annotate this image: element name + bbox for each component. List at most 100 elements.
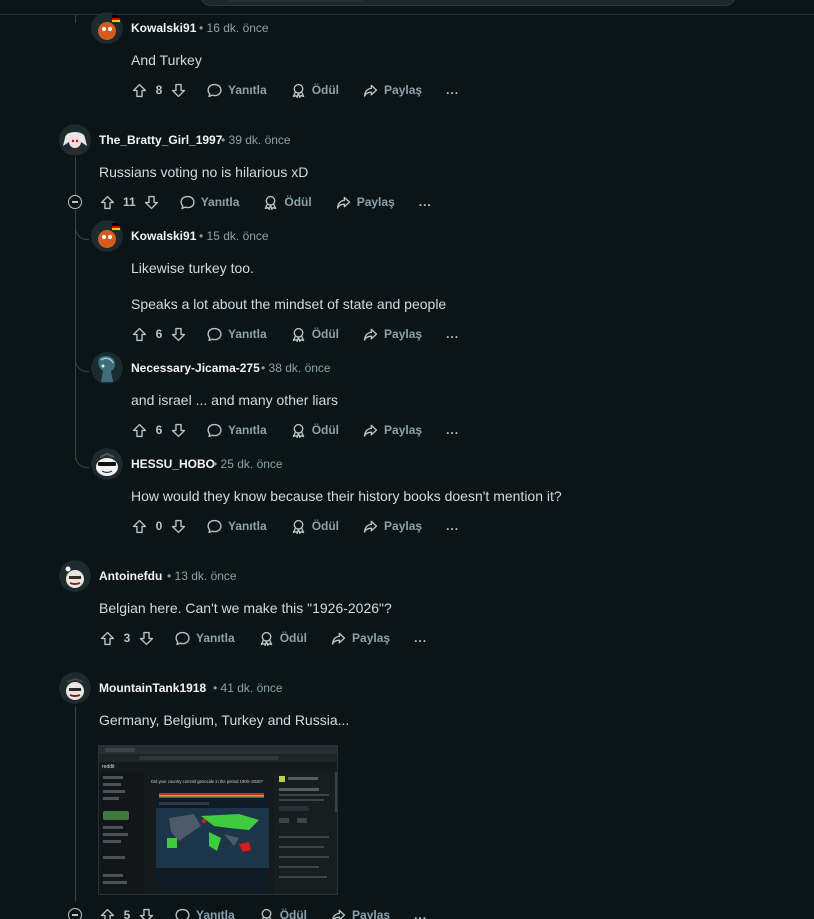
more-options-icon[interactable]: ...	[446, 423, 459, 437]
comment-author[interactable]: Necessary-Jicama-275	[131, 360, 260, 376]
award-button[interactable]: Ödül	[290, 515, 339, 537]
comment-time[interactable]: 38 dk. önce	[269, 361, 331, 375]
upvote-icon[interactable]	[99, 907, 116, 919]
comment-time[interactable]: 25 dk. önce	[221, 457, 283, 471]
award-label: Ödül	[311, 423, 340, 437]
award-icon	[292, 327, 304, 342]
upvote-icon[interactable]	[131, 518, 148, 535]
award-button[interactable]: Ödül	[290, 419, 339, 441]
more-options-icon[interactable]: ...	[419, 195, 432, 209]
more-options-icon[interactable]: ...	[414, 908, 427, 919]
share-icon	[363, 328, 378, 341]
thread-line-parent-0[interactable]	[75, 15, 76, 23]
thread-connector	[75, 358, 89, 372]
comment-author[interactable]: Kowalski91	[131, 228, 196, 244]
vote-count: 11	[123, 195, 136, 209]
thread-line-1[interactable]	[75, 157, 76, 195]
award-button[interactable]: Ödül	[258, 627, 307, 649]
separator: •	[199, 229, 204, 243]
share-label: Paylaş	[384, 327, 423, 341]
more-options-icon[interactable]: ...	[446, 327, 459, 341]
award-button[interactable]: Ödül	[290, 79, 339, 101]
downvote-icon[interactable]	[170, 518, 187, 535]
comment-image[interactable]: reddit Did your country commit genocide …	[98, 745, 338, 895]
share-button[interactable]: Paylaş	[335, 191, 395, 213]
thread-line-1-children[interactable]	[75, 210, 76, 460]
upvote-icon[interactable]	[131, 326, 148, 343]
comment-text: How would they know because their histor…	[131, 488, 562, 504]
thread-line-2[interactable]	[75, 706, 76, 902]
comment-actions: 11 Yanıtla Ödül Paylaş ...	[99, 191, 432, 213]
award-icon	[265, 195, 277, 210]
share-icon	[336, 196, 350, 209]
more-options-icon[interactable]: ...	[446, 519, 459, 533]
separator: •	[261, 361, 266, 375]
reply-button[interactable]: Yanıtla	[206, 323, 267, 345]
reply-button[interactable]: Yanıtla	[174, 627, 235, 649]
reply-button[interactable]: Yanıtla	[174, 904, 235, 919]
share-label: Paylaş	[384, 83, 423, 97]
downvote-icon[interactable]	[170, 326, 187, 343]
comment-actions: 6 Yanıtla Ödül Paylaş ...	[131, 419, 459, 441]
collapse-thread-icon[interactable]	[68, 195, 82, 209]
avatar[interactable]	[59, 672, 91, 704]
share-label: Paylaş	[352, 908, 391, 919]
more-options-icon[interactable]: ...	[414, 631, 427, 645]
share-button[interactable]: Paylaş	[362, 515, 422, 537]
vote-group: 8	[131, 79, 187, 101]
comment-author[interactable]: Kowalski91	[131, 20, 196, 36]
share-button[interactable]: Paylaş	[330, 627, 390, 649]
more-options-icon[interactable]: ...	[446, 83, 459, 97]
avatar[interactable]	[59, 560, 91, 592]
award-button[interactable]: Ödül	[262, 191, 312, 213]
award-button[interactable]: Ödül	[290, 323, 339, 345]
collapse-thread-icon[interactable]	[68, 908, 82, 919]
upvote-icon[interactable]	[131, 82, 148, 99]
award-icon	[292, 519, 304, 534]
separator: •	[221, 133, 226, 147]
award-icon	[292, 83, 304, 98]
reply-button[interactable]: Yanıtla	[206, 515, 267, 537]
avatar[interactable]	[91, 220, 123, 252]
upvote-icon[interactable]	[99, 630, 116, 647]
comment-author[interactable]: MountainTank1918	[99, 680, 206, 696]
avatar[interactable]	[59, 124, 91, 156]
downvote-icon[interactable]	[170, 422, 187, 439]
comment-meta: • 16 dk. önce	[199, 20, 269, 36]
downvote-icon[interactable]	[143, 194, 160, 211]
comment-time[interactable]: 15 dk. önce	[207, 229, 269, 243]
avatar[interactable]	[91, 12, 123, 44]
comment-time[interactable]: 39 dk. önce	[229, 133, 291, 147]
share-button[interactable]: Paylaş	[330, 904, 390, 919]
comment-actions: 3 Yanıtla Ödül Paylaş ...	[99, 627, 427, 649]
reply-label: Yanıtla	[196, 908, 235, 919]
reply-button[interactable]: Yanıtla	[206, 419, 267, 441]
award-button[interactable]: Ödül	[258, 904, 307, 919]
upvote-icon[interactable]	[99, 194, 116, 211]
share-button[interactable]: Paylaş	[362, 323, 422, 345]
vote-group: 11	[99, 191, 160, 213]
award-label: Ödül	[311, 83, 340, 97]
downvote-icon[interactable]	[170, 82, 187, 99]
share-button[interactable]: Paylaş	[362, 79, 422, 101]
comment-time[interactable]: 41 dk. önce	[221, 681, 283, 695]
reply-button[interactable]: Yanıtla	[179, 191, 239, 213]
screenshot-thumbnail: reddit Did your country commit genocide …	[99, 746, 337, 894]
comment-meta: • 41 dk. önce	[213, 680, 283, 696]
vote-group: 0	[131, 515, 187, 537]
comment-time[interactable]: 16 dk. önce	[207, 21, 269, 35]
vote-count: 5	[123, 908, 131, 919]
avatar[interactable]	[91, 352, 123, 384]
comment-time[interactable]: 13 dk. önce	[175, 569, 237, 583]
avatar[interactable]	[91, 448, 123, 480]
comment-author[interactable]: HESSU_HOBO	[131, 456, 215, 472]
reply-label: Yanıtla	[228, 423, 267, 437]
reply-button[interactable]: Yanıtla	[206, 79, 267, 101]
upvote-icon[interactable]	[131, 422, 148, 439]
downvote-icon[interactable]	[138, 630, 155, 647]
downvote-icon[interactable]	[138, 907, 155, 919]
share-button[interactable]: Paylaş	[362, 419, 422, 441]
share-icon	[363, 84, 378, 97]
comment-author[interactable]: Antoinefdu	[99, 568, 162, 584]
comment-author[interactable]: The_Bratty_Girl_1997	[99, 132, 222, 148]
